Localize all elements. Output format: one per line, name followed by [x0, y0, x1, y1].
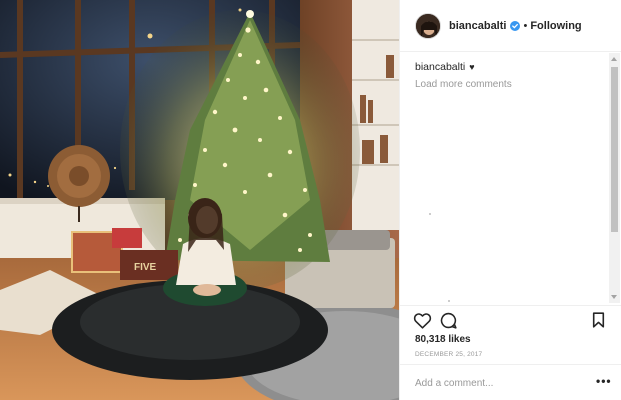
comments-scrollbar[interactable] [609, 53, 620, 303]
header-separator: • [523, 19, 528, 32]
avatar-image [416, 13, 440, 38]
post-photo[interactable]: FIVE [0, 0, 399, 400]
action-bar [400, 305, 621, 333]
more-options-icon[interactable]: ••• [596, 375, 612, 387]
load-more-comments-link[interactable]: Load more comments [415, 79, 512, 90]
header-username[interactable]: biancabalti [449, 20, 506, 32]
scroll-down-arrow-icon[interactable] [611, 295, 617, 299]
post-image: FIVE [0, 0, 399, 400]
comment-bubble-icon[interactable] [440, 312, 457, 329]
comments-area: biancabalti ♥ Load more comments [400, 53, 621, 303]
following-button[interactable]: Following [530, 20, 581, 32]
post-header: biancabalti • Following [400, 0, 621, 52]
caption-username[interactable]: biancabalti [415, 61, 465, 73]
caption: biancabalti ♥ [415, 61, 475, 73]
scroll-thumb[interactable] [611, 67, 618, 232]
bookmark-icon[interactable] [592, 312, 605, 328]
scroll-up-arrow-icon[interactable] [611, 57, 617, 61]
comment-box: ••• [400, 364, 621, 400]
placeholder-dot [448, 300, 450, 302]
post-side-panel: biancabalti • Following biancabalti ♥ Lo… [399, 0, 621, 400]
verified-badge-icon [510, 20, 521, 31]
likes-count[interactable]: 80,318 likes [415, 334, 471, 345]
heart-outline-icon[interactable] [413, 312, 432, 329]
comment-input[interactable] [415, 374, 585, 392]
avatar[interactable] [415, 12, 441, 39]
placeholder-dot [429, 213, 431, 215]
gift-tag-text: FIVE [134, 262, 157, 273]
post-date: DECEMBER 25, 2017 [415, 351, 483, 358]
caption-heart-emoji: ♥ [469, 62, 475, 72]
